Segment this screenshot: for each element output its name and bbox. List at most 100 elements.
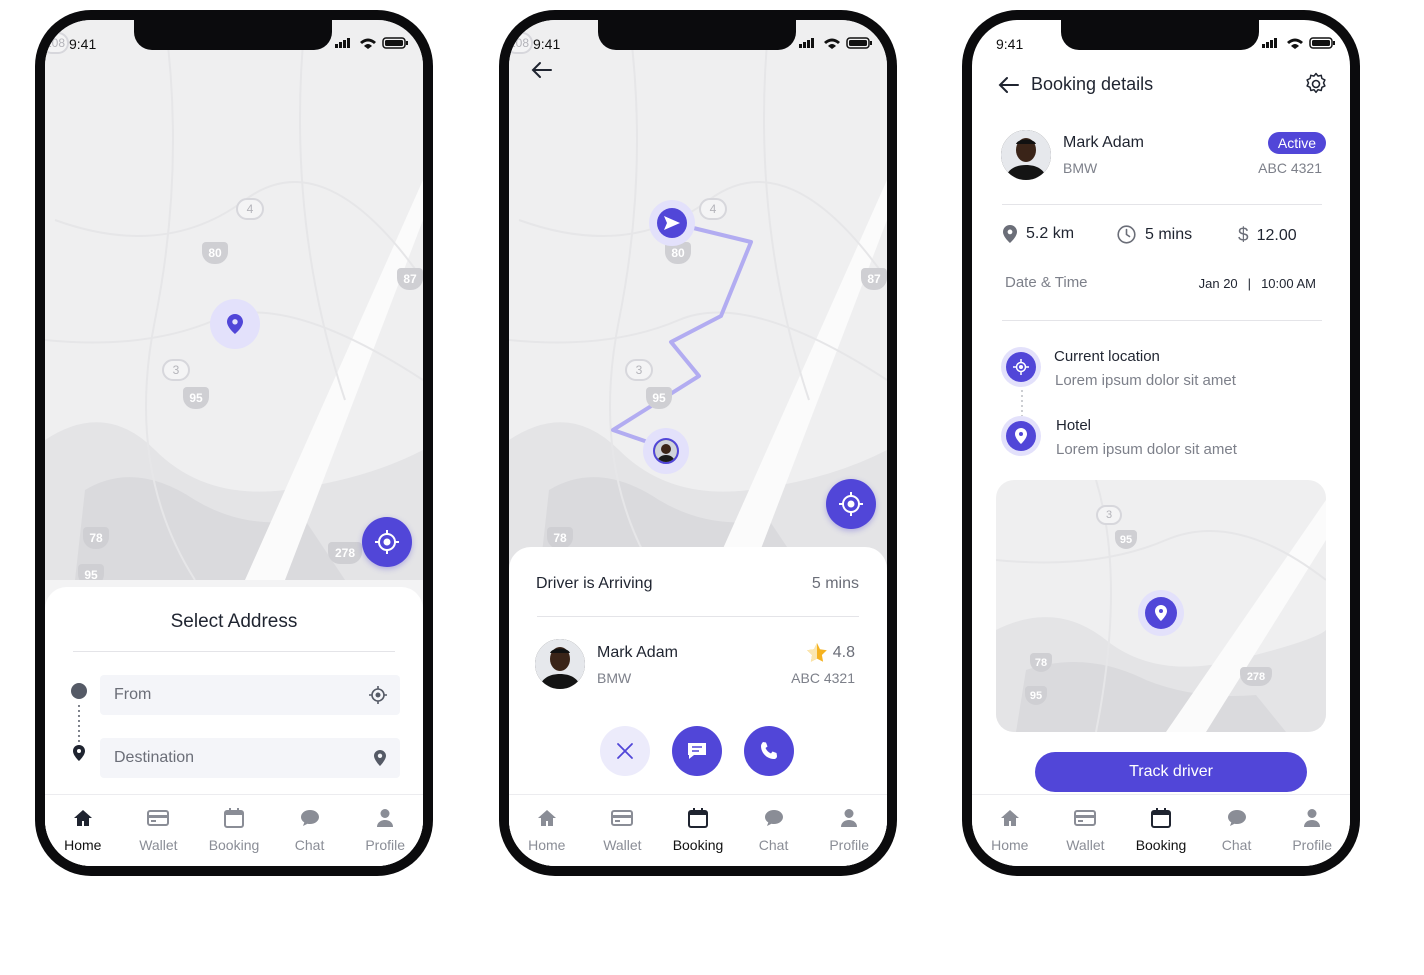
tab-label: Chat [758, 837, 789, 853]
tab-chat[interactable]: Chat [1199, 795, 1275, 866]
tab-wallet[interactable]: Wallet [121, 795, 197, 866]
status-badge: Active [1267, 132, 1326, 154]
hotel-location-marker [1001, 416, 1041, 456]
wallet-icon [611, 810, 634, 826]
back-button[interactable] [531, 60, 553, 85]
location-title: Hotel [1056, 417, 1092, 434]
trip-price: $ 12.00 [1238, 225, 1297, 246]
driver-name: Mark Adam [597, 644, 678, 661]
driver-car: BMW [1063, 160, 1098, 176]
tab-label: Booking [672, 837, 724, 853]
driver-car: BMW [597, 670, 632, 686]
tab-wallet[interactable]: Wallet [585, 795, 661, 866]
arrow-left-icon [531, 62, 552, 78]
driver-rating: 4.8 [806, 643, 855, 662]
track-driver-button[interactable]: Track driver [1035, 752, 1307, 792]
phone-select-address: 9:41 208 4 80 87 3 95 78 95 278 Select A… [35, 10, 433, 876]
driver-avatar [1001, 130, 1051, 180]
tab-label: Wallet [1066, 837, 1105, 853]
screen-driver-arriving: 9:41 208 4 80 87 3 95 78 Driver is Arriv… [509, 20, 887, 866]
divider [537, 616, 859, 617]
tab-label: Home [528, 837, 566, 853]
tab-label: Profile [1292, 837, 1333, 853]
bottom-tab-bar: Home Wallet Booking Chat Profile [45, 794, 423, 866]
destination-placeholder: Destination [114, 749, 195, 766]
driver-plate: ABC 4321 [791, 670, 855, 686]
route-connector [1021, 390, 1023, 416]
map-view[interactable]: 208 4 80 87 3 95 78 95 278 [45, 20, 423, 580]
tab-label: Home [64, 837, 102, 853]
user-icon [841, 809, 858, 827]
tab-label: Wallet [603, 837, 642, 853]
phone-driver-arriving: 9:41 208 4 80 87 3 95 78 Driver is Arriv… [499, 10, 897, 876]
star-icon [806, 643, 827, 662]
tab-home[interactable]: Home [972, 795, 1048, 866]
crosshair-icon [375, 530, 399, 554]
trip-distance: 5.2 km [1003, 225, 1074, 243]
map-highway-shield: 95 [646, 387, 672, 409]
driver-avatar-small [653, 438, 679, 464]
route-connector [71, 683, 87, 761]
date-time-label: Date & Time [1005, 274, 1088, 291]
recenter-button[interactable] [826, 479, 876, 529]
driver-marker[interactable] [643, 428, 689, 474]
tab-chat[interactable]: Chat [272, 795, 348, 866]
tab-booking[interactable]: Booking [660, 795, 736, 866]
destination-marker[interactable] [649, 200, 695, 246]
crosshair-icon[interactable] [368, 685, 388, 705]
map-highway-shield: 87 [861, 268, 887, 290]
home-icon [537, 810, 556, 826]
send-arrow-icon [664, 216, 680, 230]
tab-chat[interactable]: Chat [736, 795, 812, 866]
notch [1061, 20, 1259, 50]
tab-wallet[interactable]: Wallet [1048, 795, 1124, 866]
location-subtitle: Lorem ipsum dolor sit amet [1056, 441, 1237, 458]
status-time: 9:41 [69, 36, 97, 52]
tab-label: Profile [365, 837, 406, 853]
date-time-value: Jan 20 | 10:00 AM [1198, 276, 1316, 291]
chat-icon [1227, 810, 1246, 826]
phone-icon [761, 742, 777, 759]
settings-button[interactable] [1304, 72, 1328, 101]
tab-label: Chat [294, 837, 325, 853]
map-pin-icon [1155, 605, 1167, 621]
map-highway-shield: 95 [183, 387, 209, 409]
map-road-badge: 208 [509, 32, 533, 54]
notch [134, 20, 332, 50]
map-highway-shield: 78 [547, 527, 573, 549]
mini-map[interactable]: 3 95 78 95 278 [996, 480, 1326, 732]
recenter-button[interactable] [362, 517, 412, 567]
destination-input[interactable]: Destination [100, 738, 400, 778]
user-icon [1304, 809, 1321, 827]
map-pin-icon[interactable] [372, 748, 388, 768]
tab-profile[interactable]: Profile [1274, 795, 1350, 866]
status-time: 9:41 [533, 36, 561, 52]
status-icons [799, 37, 872, 49]
call-driver-button[interactable] [744, 726, 794, 776]
tab-home[interactable]: Home [509, 795, 585, 866]
divider [73, 651, 395, 652]
back-button[interactable] [998, 75, 1020, 100]
arrival-eta: 5 mins [811, 575, 859, 592]
map-highway-shield: 95 [78, 564, 104, 580]
from-input[interactable]: From [100, 675, 400, 715]
close-icon [617, 743, 633, 759]
tab-booking[interactable]: Booking [196, 795, 272, 866]
driver-plate: ABC 4321 [1258, 160, 1322, 176]
screen-booking-details: 9:41 Booking details Mark Adam BMW Activ… [972, 20, 1350, 866]
crosshair-icon [1013, 359, 1029, 375]
status-time: 9:41 [996, 36, 1024, 52]
tab-profile[interactable]: Profile [811, 795, 887, 866]
notch [598, 20, 796, 50]
tab-home[interactable]: Home [45, 795, 121, 866]
cancel-ride-button[interactable] [600, 726, 650, 776]
phone-booking-details: 9:41 Booking details Mark Adam BMW Activ… [962, 10, 1360, 876]
tab-profile[interactable]: Profile [347, 795, 423, 866]
tab-booking[interactable]: Booking [1123, 795, 1199, 866]
location-pin-marker[interactable] [210, 299, 260, 349]
tab-label: Home [991, 837, 1029, 853]
screen-select-address: 9:41 208 4 80 87 3 95 78 95 278 Select A… [45, 20, 423, 866]
message-driver-button[interactable] [672, 726, 722, 776]
sheet-title: Select Address [170, 611, 298, 632]
location-pin-marker[interactable] [1138, 590, 1184, 636]
